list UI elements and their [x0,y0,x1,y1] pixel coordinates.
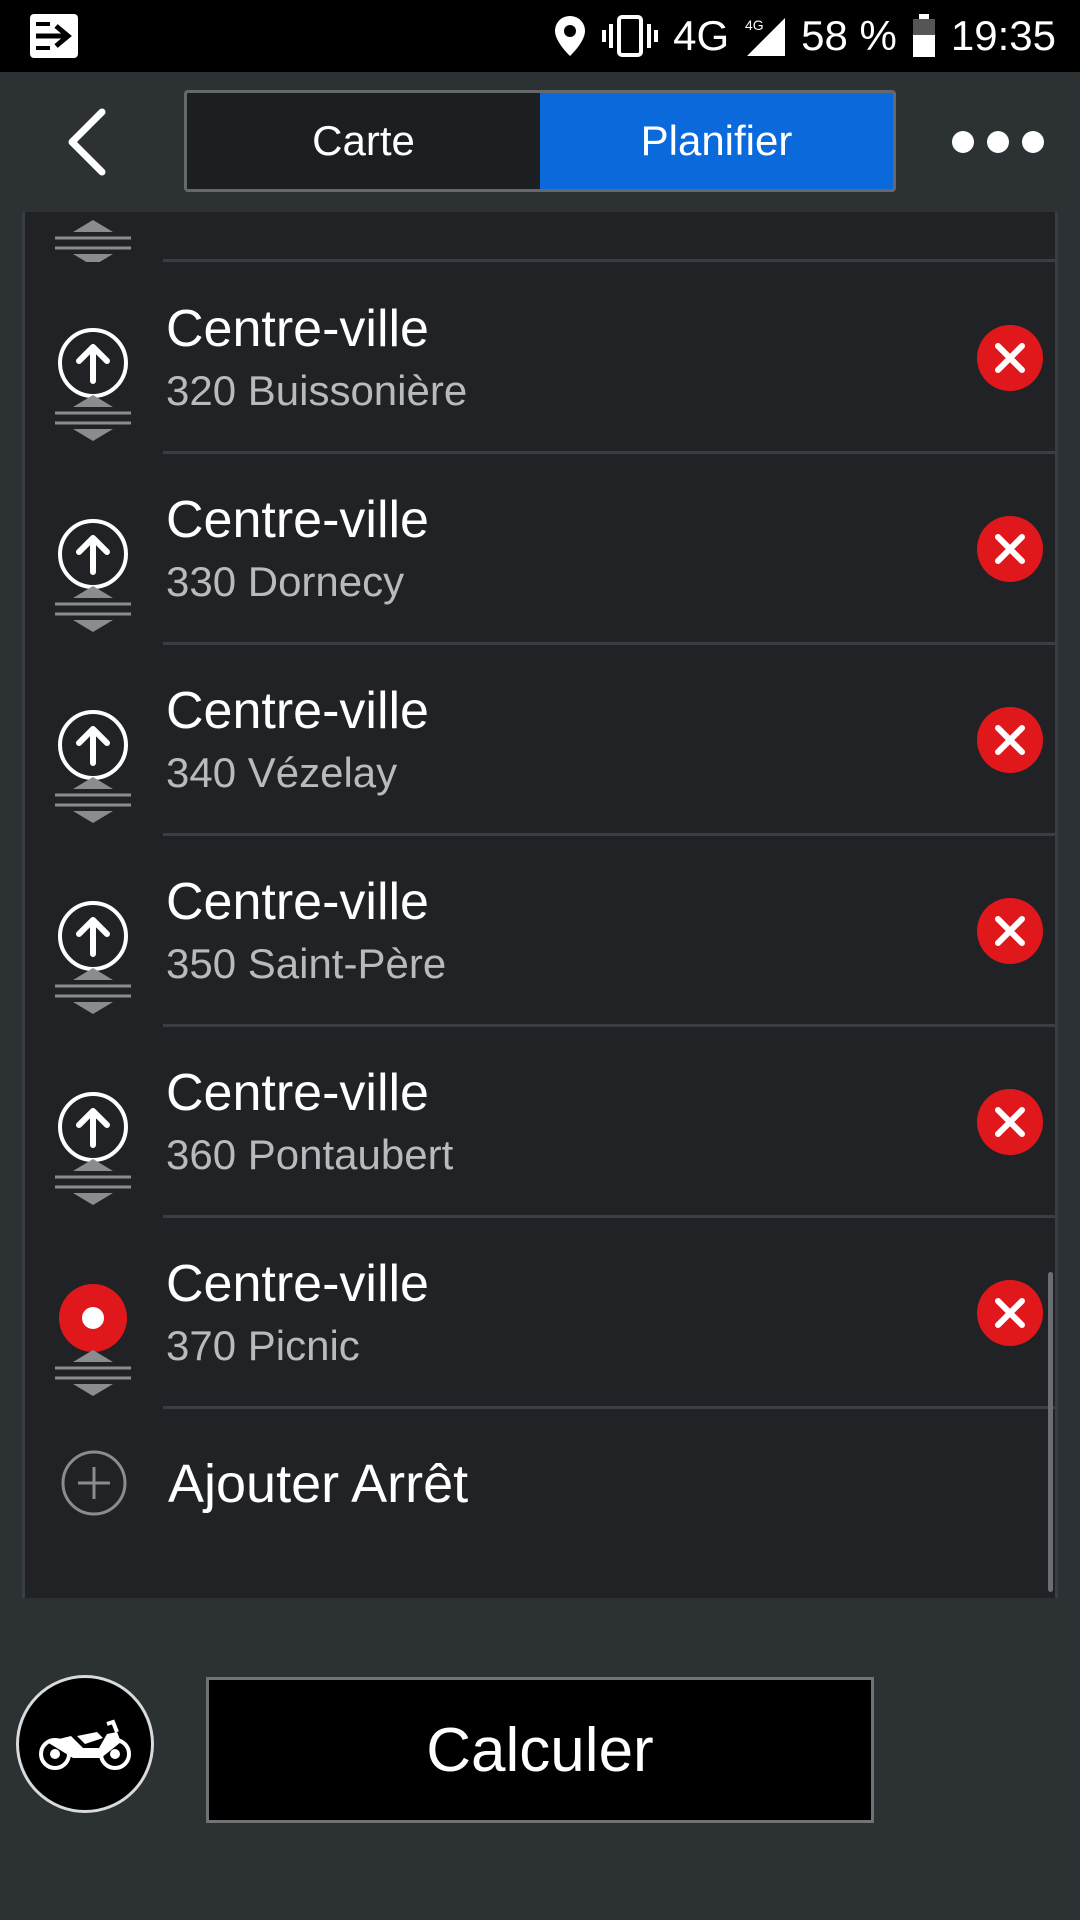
signal-icon: 4G [745,17,786,56]
stop-row[interactable]: Centre-ville 330 Dornecy [25,454,1055,645]
vehicle-mode-button[interactable] [16,1675,154,1813]
stop-row[interactable]: Centre-ville 360 Pontaubert [25,1027,1055,1218]
drag-handle-icon[interactable] [55,1157,131,1207]
delete-stop-button[interactable] [977,707,1043,773]
stop-address: 370 Picnic [166,1322,360,1369]
close-icon [995,534,1025,564]
delete-stop-button[interactable] [977,1089,1043,1155]
clock: 19:35 [950,12,1056,59]
location-icon [555,16,586,56]
stop-address: 350 Saint-Père [166,940,447,987]
app-screen: 4G 4G 58 % 19:35 Carte Planifier Centre-… [0,0,1080,1920]
stop-row[interactable]: Centre-ville 320 Buissonière [25,263,1055,454]
stop-title: Centre-ville [166,873,429,931]
stop-title: Centre-ville [166,491,429,549]
vibrate-icon [602,15,659,57]
motorcycle-icon [39,1719,131,1770]
close-icon [995,1298,1025,1328]
tab-planifier[interactable]: Planifier [540,93,893,189]
add-stop-label: Ajouter Arrêt [168,1454,469,1514]
stop-row[interactable]: Centre-ville 340 Vézelay [25,645,1055,836]
tab-carte[interactable]: Carte [187,93,540,189]
status-bar: 4G 4G 58 % 19:35 [0,0,1080,72]
move-up-icon[interactable] [55,898,131,974]
add-circle-icon [61,1450,127,1516]
battery-icon [912,14,935,57]
move-up-icon[interactable] [55,516,131,592]
scrollbar[interactable] [1048,1272,1053,1592]
view-switcher: Carte Planifier [184,90,896,192]
status-icons: 4G 4G 58 % 19:35 [553,0,1056,72]
drag-handle-icon[interactable] [55,966,131,1016]
close-icon [995,343,1025,373]
notification-app-icon [30,14,78,58]
drag-handle-icon[interactable] [55,584,131,634]
delete-stop-button[interactable] [977,898,1043,964]
drag-handle-icon[interactable] [55,1348,131,1398]
stop-title: Centre-ville [166,1064,429,1122]
close-icon [995,725,1025,755]
delete-stop-button[interactable] [977,1280,1043,1346]
drag-handle-icon[interactable] [55,218,131,262]
drag-handle-icon[interactable] [55,775,131,825]
stop-title: Centre-ville [166,300,429,358]
more-options-icon[interactable] [952,122,1044,162]
stop-address: 330 Dornecy [166,558,405,605]
stop-title: Centre-ville [166,682,429,740]
destination-marker-icon [59,1284,127,1352]
stop-title: Centre-ville [166,1255,429,1313]
close-icon [995,1107,1025,1137]
bottom-bar: Calculer [0,1598,1080,1920]
move-up-icon[interactable] [55,325,131,401]
drag-handle-icon[interactable] [55,393,131,443]
network-type-small: 4G [745,17,764,33]
delete-stop-button[interactable] [977,516,1043,582]
back-arrow-icon[interactable] [50,102,130,182]
stop-address: 360 Pontaubert [166,1131,454,1178]
move-up-icon[interactable] [55,1089,131,1165]
top-bar: Carte Planifier [0,72,1080,212]
network-type: 4G [673,12,730,59]
delete-stop-button[interactable] [977,325,1043,391]
add-stop-button[interactable]: Ajouter Arrêt [25,1407,1055,1557]
stop-list[interactable]: Centre-ville 320 Buissonière Centre-vill… [22,212,1058,1598]
calculate-button[interactable]: Calculer [206,1677,874,1823]
stop-row[interactable]: Centre-ville 350 Saint-Père [25,836,1055,1027]
stop-address: 320 Buissonière [166,367,468,414]
stop-row[interactable]: Centre-ville 370 Picnic [25,1218,1055,1409]
close-icon [995,916,1025,946]
battery-percent: 58 % [801,12,897,59]
move-up-icon[interactable] [55,707,131,783]
stop-address: 340 Vézelay [166,749,398,796]
partial-list-item [25,212,1055,262]
